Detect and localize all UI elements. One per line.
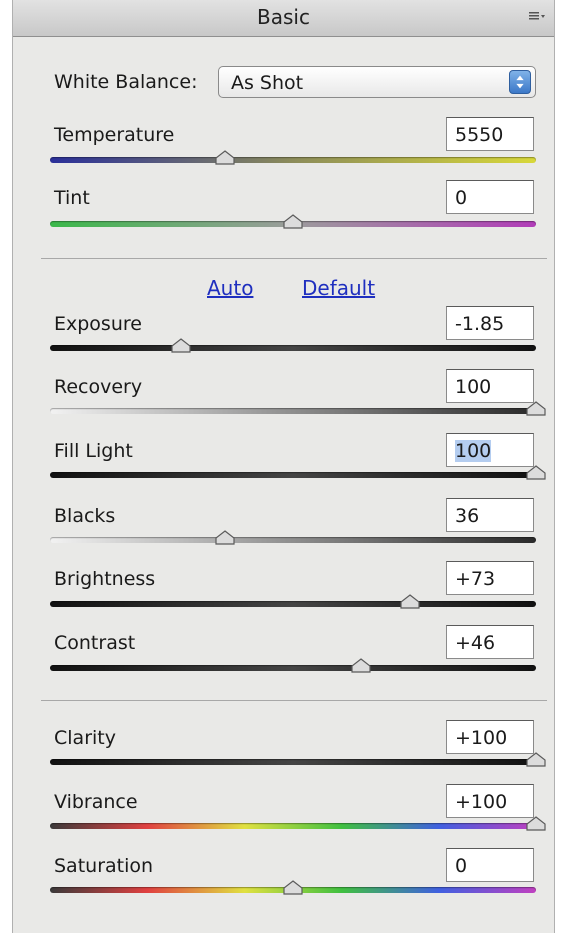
temperature-value: 5550 <box>455 124 504 146</box>
temperature-slider-track[interactable] <box>50 157 536 163</box>
contrast-label: Contrast <box>54 632 136 654</box>
recovery-slider-thumb[interactable] <box>525 401 547 417</box>
contrast-slider-thumb[interactable] <box>350 658 372 674</box>
tint-label: Tint <box>54 187 90 209</box>
vibrance-value-field[interactable]: +100 <box>446 784 534 818</box>
vibrance-label: Vibrance <box>54 791 138 813</box>
tint-value: 0 <box>455 187 468 209</box>
recovery-slider-track[interactable] <box>50 408 536 414</box>
clarity-value: +100 <box>455 727 508 749</box>
recovery-value-field[interactable]: 100 <box>446 369 534 403</box>
section-divider <box>41 700 547 701</box>
fill-light-value-field[interactable]: 100 <box>446 433 534 467</box>
contrast-value: +46 <box>455 632 496 654</box>
blacks-value: 36 <box>455 505 480 527</box>
white-balance-select[interactable]: As Shot <box>218 66 536 98</box>
exposure-value-field[interactable]: -1.85 <box>446 306 534 340</box>
exposure-label: Exposure <box>54 313 142 335</box>
blacks-slider-track[interactable] <box>50 537 536 543</box>
white-balance-label: White Balance: <box>54 71 198 93</box>
clarity-label: Clarity <box>54 727 116 749</box>
panel-menu-icon[interactable] <box>528 9 546 23</box>
clarity-value-field[interactable]: +100 <box>446 720 534 754</box>
auto-link[interactable]: Auto <box>207 276 253 300</box>
vibrance-slider-thumb[interactable] <box>525 816 547 832</box>
brightness-slider-track[interactable] <box>50 601 536 607</box>
brightness-slider-thumb[interactable] <box>399 594 421 610</box>
default-link[interactable]: Default <box>302 276 375 300</box>
brightness-value-field[interactable]: +73 <box>446 561 534 595</box>
saturation-value: 0 <box>455 855 468 877</box>
saturation-label: Saturation <box>54 855 154 877</box>
exposure-slider-track[interactable] <box>50 345 536 351</box>
vibrance-slider-track[interactable] <box>50 823 536 829</box>
contrast-value-field[interactable]: +46 <box>446 625 534 659</box>
temperature-value-field[interactable]: 5550 <box>446 117 534 151</box>
temperature-label: Temperature <box>54 124 175 146</box>
recovery-value: 100 <box>455 376 492 398</box>
white-balance-value: As Shot <box>231 72 304 94</box>
clarity-slider-track[interactable] <box>50 759 536 765</box>
recovery-label: Recovery <box>54 376 143 398</box>
saturation-value-field[interactable]: 0 <box>446 848 534 882</box>
tint-slider-thumb[interactable] <box>282 214 304 230</box>
fill-light-value: 100 <box>455 440 492 462</box>
fill-light-slider-track[interactable] <box>50 472 536 478</box>
panel-header: Basic <box>13 0 554 37</box>
section-divider <box>41 258 547 259</box>
fill-light-label: Fill Light <box>54 440 133 462</box>
temperature-slider-thumb[interactable] <box>214 150 236 166</box>
contrast-slider-track[interactable] <box>50 665 536 671</box>
brightness-value: +73 <box>455 568 496 590</box>
panel-title: Basic <box>257 5 310 29</box>
fill-light-slider-thumb[interactable] <box>525 465 547 481</box>
basic-panel: Basic White Balance: As Shot Auto Defaul… <box>12 0 555 933</box>
select-arrows-icon <box>509 70 531 94</box>
brightness-label: Brightness <box>54 568 156 590</box>
saturation-slider-thumb[interactable] <box>282 880 304 896</box>
tint-value-field[interactable]: 0 <box>446 180 534 214</box>
clarity-slider-thumb[interactable] <box>525 752 547 768</box>
blacks-label: Blacks <box>54 505 116 527</box>
vibrance-value: +100 <box>455 791 508 813</box>
blacks-value-field[interactable]: 36 <box>446 498 534 532</box>
exposure-value: -1.85 <box>455 313 505 335</box>
blacks-slider-thumb[interactable] <box>214 530 236 546</box>
exposure-slider-thumb[interactable] <box>170 338 192 354</box>
